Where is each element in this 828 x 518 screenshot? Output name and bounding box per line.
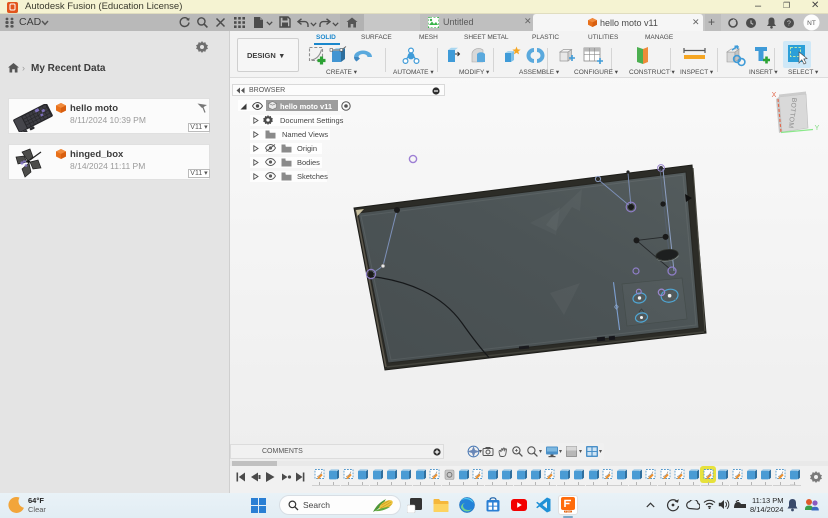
svg-text:F360: F360 [565,509,571,513]
svg-text:Y: Y [815,125,820,132]
svg-text:X: X [772,92,777,99]
svg-text:?: ? [787,21,791,28]
svg-text:NT: NT [807,20,816,27]
